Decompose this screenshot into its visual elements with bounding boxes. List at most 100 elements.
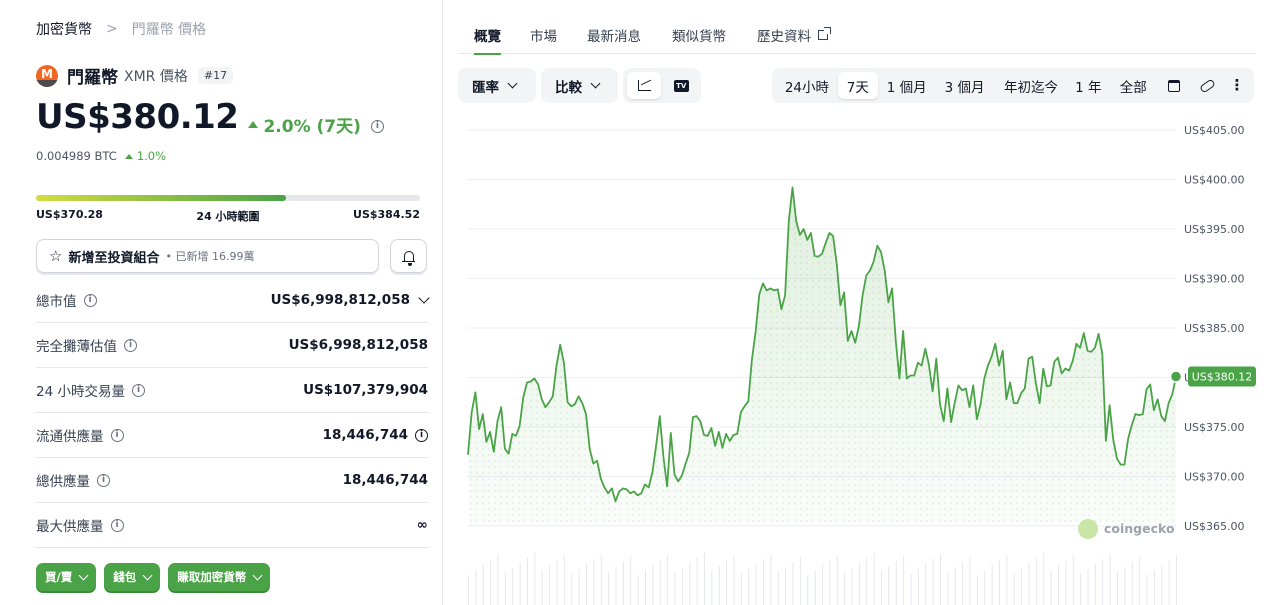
tab-similar-coins[interactable]: 類似貨幣 (672, 16, 726, 54)
volume-bar (534, 553, 536, 605)
volume-bar (696, 558, 698, 605)
volume-bar (925, 564, 927, 605)
wallet-button[interactable]: 錢包 (104, 563, 161, 591)
range-7d[interactable]: 7天 (837, 72, 878, 99)
chevron-down-icon (590, 78, 601, 89)
info-icon[interactable]: i (83, 293, 97, 307)
stat-label-text: 24 小時交易量 (36, 384, 125, 400)
stat-label-text: 總供應量 (36, 474, 90, 490)
price-row: US$380.12 2.0% (7天) i (36, 97, 384, 137)
y-tick-label: US$405.00 (1184, 124, 1245, 137)
volume-bar (969, 557, 971, 605)
volume-bar (1021, 568, 1023, 605)
price-change: 2.0% (7天) (248, 112, 361, 137)
monero-logo-icon (36, 64, 58, 87)
cta-label: 賺取加密貨幣 (177, 570, 247, 584)
info-icon[interactable]: i (415, 428, 428, 442)
price-change-value: 2.0% (7天) (263, 117, 361, 137)
stat-row-volume: 24 小時交易量 i US$107,379,904 (36, 368, 428, 413)
tab-news[interactable]: 最新消息 (587, 16, 641, 54)
price-alert-button[interactable] (390, 239, 427, 273)
watermark: coingecko (1104, 521, 1175, 536)
stat-value: US$6,998,812,058 (288, 337, 428, 353)
currency-dropdown[interactable]: 匯率 (458, 68, 536, 103)
range-3m[interactable]: 3 個月 (936, 72, 994, 99)
up-arrow-icon (248, 121, 259, 128)
range-all[interactable]: 全部 (1108, 72, 1158, 99)
stat-value-text: 18,446,744 (322, 427, 408, 443)
volume-bar (873, 553, 875, 605)
volume-bar (799, 557, 801, 605)
breadcrumb-current: 門羅幣 價格 (131, 22, 207, 38)
tab-markets[interactable]: 市場 (530, 16, 557, 54)
line-chart-button[interactable] (627, 72, 662, 99)
rank-badge: #17 (197, 67, 234, 84)
coin-symbol: XMR 價格 (124, 68, 188, 85)
volume-bar (1028, 563, 1030, 605)
volume-bar (718, 566, 720, 605)
share-link-button[interactable] (1190, 72, 1224, 99)
chevron-down-icon (252, 570, 263, 580)
dropdown-text: 比較 (555, 79, 582, 96)
y-tick-label: US$390.00 (1184, 273, 1245, 286)
stat-value[interactable]: US$6,998,812,058 (271, 292, 430, 308)
add-to-portfolio-button[interactable]: ☆ 新增至投資組合 • 已新增 16.99萬 (36, 239, 379, 273)
buy-sell-button[interactable]: 買/賣 (36, 563, 97, 591)
more-options-button[interactable]: ⋮ (1224, 72, 1250, 99)
range-1y[interactable]: 1 年 (1068, 72, 1108, 99)
volume-bar (917, 569, 919, 605)
tradingview-chart-button[interactable]: TV (665, 72, 697, 99)
tab-label: 歷史資料 (757, 29, 811, 45)
volume-bar (962, 562, 964, 605)
y-tick-label: US$400.00 (1184, 174, 1245, 187)
price-chart[interactable]: US$405.00 US$400.00 US$395.00 US$390.00 US$3… (458, 112, 1256, 605)
volume-bar (814, 570, 816, 605)
cta-label: 買/賣 (45, 570, 73, 584)
volume-bar (1094, 564, 1096, 605)
volume-bar (600, 554, 602, 605)
info-icon[interactable]: i (124, 338, 137, 352)
tab-overview[interactable]: 概覽 (474, 16, 501, 55)
more-dots-icon: ⋮ (1229, 76, 1245, 94)
volume-bar (844, 573, 846, 605)
tab-historical-data[interactable]: 歷史資料 (757, 16, 831, 54)
volume-bar (667, 555, 669, 605)
info-icon[interactable]: i (110, 518, 124, 532)
stat-label: 總市值 i (36, 290, 97, 310)
compare-dropdown[interactable]: 比較 (541, 68, 618, 103)
volume-bar (512, 568, 514, 605)
current-price-dot (1169, 370, 1183, 383)
stat-value: 18,446,744 i (323, 427, 428, 443)
calendar-button[interactable] (1158, 72, 1190, 99)
volume-bar (836, 555, 838, 605)
info-icon[interactable]: i (110, 428, 124, 442)
tradingview-icon: TV (673, 79, 689, 92)
volume-bar (630, 557, 632, 605)
volume-bar (881, 571, 882, 605)
range-ytd[interactable]: 年初迄今 (994, 72, 1069, 99)
breadcrumb-home-link[interactable]: 加密貨幣 (36, 19, 92, 39)
volume-bar (1124, 567, 1126, 605)
portfolio-label: 新增至投資組合 (68, 250, 160, 266)
range-1m[interactable]: 1 個月 (878, 72, 936, 99)
volume-bar (903, 556, 905, 605)
volume-bar (822, 565, 823, 605)
info-icon[interactable]: i (97, 473, 110, 487)
range-24h[interactable]: 24小時 (776, 72, 838, 99)
volume-bar (711, 571, 713, 605)
volume-bar (497, 555, 499, 605)
volume-bar (829, 560, 831, 605)
volume-bar (1117, 572, 1118, 605)
info-icon[interactable]: i (131, 383, 145, 397)
volume-bar (1153, 570, 1155, 605)
btc-change: 1.0% (124, 149, 166, 163)
star-icon: ☆ (49, 247, 63, 265)
volume-bar (659, 560, 661, 605)
volume-bar (755, 564, 757, 605)
earn-crypto-button[interactable]: 賺取加密貨幣 (168, 563, 271, 591)
external-link-icon (818, 27, 831, 40)
stat-label: 流通供應量 i (36, 425, 124, 445)
volume-bar (748, 569, 750, 605)
info-icon[interactable]: i (370, 119, 384, 133)
currency-dropdown-label: 匯率 (458, 72, 530, 99)
